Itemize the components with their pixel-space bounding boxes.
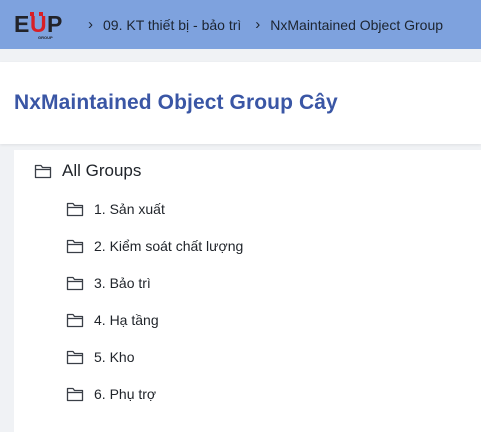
folder-icon	[66, 386, 84, 402]
tree-item-san-xuat[interactable]: 1. Sản xuất	[66, 201, 165, 217]
page-header: NxMaintained Object Group Cây	[0, 62, 481, 144]
tree-panel: All Groups 1. Sản xuất 2. Kiểm soát chất…	[14, 150, 481, 432]
tree-item-ha-tang[interactable]: 4. Hạ tầng	[66, 312, 159, 328]
tree-item-label: 5. Kho	[94, 349, 135, 365]
folder-open-icon	[34, 163, 52, 179]
svg-text:P: P	[47, 11, 62, 37]
tree-item-label: 1. Sản xuất	[94, 201, 165, 217]
tree-item-label: 3. Bảo trì	[94, 275, 151, 291]
breadcrumb-item-current: NxMaintained Object Group	[270, 16, 444, 33]
svg-text:GROUP: GROUP	[38, 35, 53, 40]
tree-root-label: All Groups	[62, 161, 142, 180]
tree-item-kho[interactable]: 5. Kho	[66, 349, 134, 365]
tree-item-label: 2. Kiểm soát chất lượng	[94, 238, 244, 254]
tree-item-label: 6. Phụ trợ	[94, 386, 157, 402]
folder-icon	[66, 275, 84, 291]
breadcrumb-separator-icon: ›	[88, 16, 93, 33]
breadcrumb-separator-icon: ›	[255, 16, 261, 33]
tree-item-phu-tro[interactable]: 6. Phụ trợ	[66, 386, 156, 402]
page-title: NxMaintained Object Group Cây	[14, 91, 338, 114]
breadcrumb: › 09. KT thiết bị - bảo trì › NxMaintain…	[86, 0, 455, 49]
folder-icon	[66, 349, 84, 365]
folder-icon	[66, 201, 84, 217]
svg-text:E: E	[14, 11, 29, 37]
tree-root-all-groups[interactable]: All Groups	[34, 161, 141, 181]
top-navigation-bar: E U P GROUP › 09. KT thiết bị - bảo trì …	[0, 0, 481, 49]
folder-icon	[66, 312, 84, 328]
breadcrumb-item-maintenance[interactable]: 09. KT thiết bị - bảo trì	[103, 17, 241, 33]
folder-icon	[66, 238, 84, 254]
tree-item-label: 4. Hạ tầng	[94, 312, 159, 328]
tree-item-bao-tri[interactable]: 3. Bảo trì	[66, 275, 151, 291]
tree-item-kiem-soat-chat-luong[interactable]: 2. Kiểm soát chất lượng	[66, 238, 243, 254]
company-logo[interactable]: E U P GROUP	[14, 10, 70, 40]
